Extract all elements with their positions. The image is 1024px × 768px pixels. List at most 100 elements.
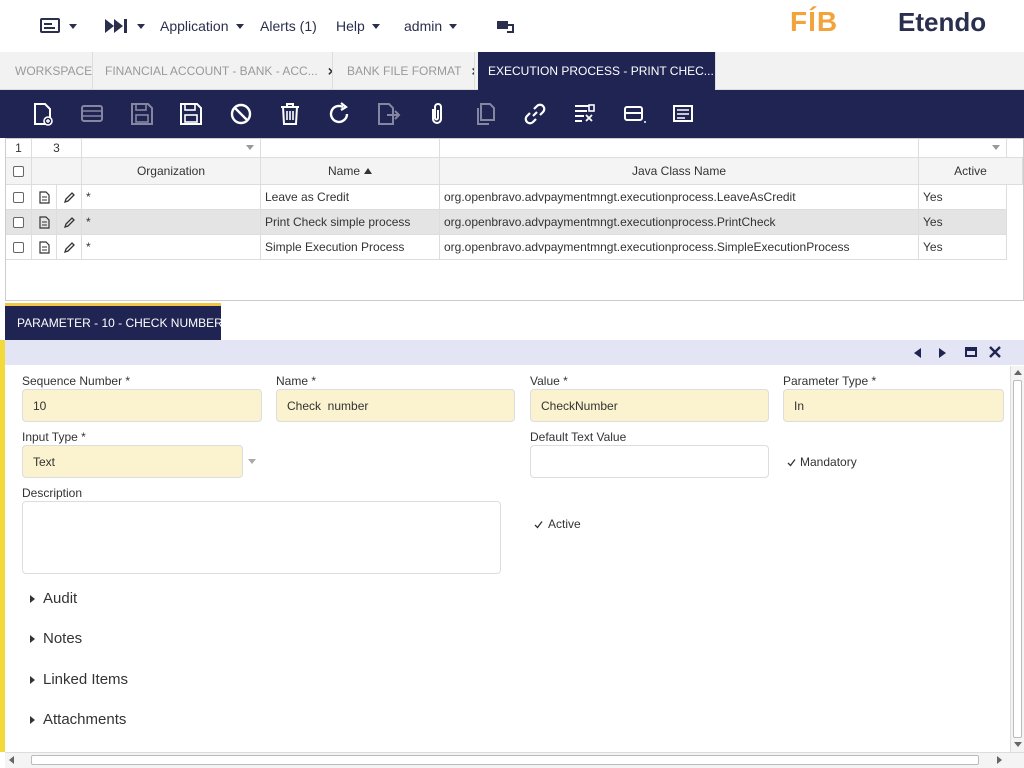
new-window-icon (40, 18, 60, 33)
organization-value: * (86, 240, 91, 254)
tab-execution-process[interactable]: EXECUTION PROCESS - PRINT CHEC...× (478, 52, 716, 90)
tab-financial-account-label: FINANCIAL ACCOUNT - BANK - ACC... (105, 64, 318, 78)
java-class-filter[interactable] (440, 139, 919, 157)
java-class-cell: org.openbravo.advpaymentmngt.executionpr… (440, 185, 919, 209)
help-menu[interactable]: Help (336, 0, 380, 52)
table-row[interactable]: * Print Check simple process org.openbra… (6, 210, 1007, 235)
tab-workspace[interactable]: WORKSPACE (5, 52, 93, 90)
section-notes[interactable]: Notes (30, 630, 82, 647)
column-header-organization[interactable]: Organization (82, 158, 261, 184)
sequence-number-field[interactable]: 10 (22, 389, 262, 422)
name-field[interactable]: Check number (276, 389, 515, 422)
chevron-down-icon[interactable] (248, 459, 256, 464)
chevron-down-icon[interactable] (246, 145, 254, 150)
export-button[interactable] (375, 101, 401, 127)
application-menu[interactable]: Application (160, 0, 244, 52)
tab-execution-process-label: EXECUTION PROCESS - PRINT CHEC... (488, 64, 714, 78)
section-audit[interactable]: Audit (30, 590, 77, 607)
active-filter[interactable] (919, 139, 1007, 157)
vertical-scrollbar[interactable] (1010, 366, 1024, 752)
default-text-value-input[interactable] (530, 445, 769, 478)
section-linked-items[interactable]: Linked Items (30, 671, 128, 688)
mandatory-label: Mandatory (800, 455, 857, 469)
close-icon[interactable]: × (328, 63, 332, 79)
column-header-java-class[interactable]: Java Class Name (440, 158, 919, 184)
scrollbar-thumb[interactable] (1013, 380, 1022, 738)
scroll-right-icon[interactable] (997, 756, 1002, 764)
tab-financial-account[interactable]: FINANCIAL ACCOUNT - BANK - ACC... × (95, 52, 333, 90)
chevron-down-icon[interactable] (992, 145, 1000, 150)
delete-button[interactable] (277, 101, 303, 127)
active-checkbox[interactable]: Active (534, 517, 581, 531)
default-text-value-label: Default Text Value (530, 430, 627, 444)
form-view-button[interactable] (622, 101, 648, 127)
select-all-checkbox[interactable] (13, 165, 24, 177)
value-label: Value * (530, 374, 568, 388)
organization-value: * (86, 190, 91, 204)
name-filter[interactable] (261, 139, 440, 157)
next-record-icon[interactable] (939, 348, 946, 358)
open-form-button[interactable] (32, 235, 57, 259)
workspace-button[interactable] (496, 0, 514, 52)
clone-button[interactable] (473, 101, 499, 127)
input-type-label: Input Type * (22, 430, 86, 444)
new-row-button[interactable] (80, 101, 106, 127)
alerts-link[interactable]: Alerts (1) (260, 0, 317, 52)
scrollbar-thumb[interactable] (31, 755, 979, 765)
parameter-type-field[interactable]: In (783, 389, 1004, 422)
row-checkbox[interactable] (13, 241, 24, 253)
scroll-down-icon[interactable] (1014, 742, 1022, 747)
form-view-icon (624, 106, 646, 123)
close-icon[interactable]: × (471, 63, 474, 79)
maximize-icon[interactable] (965, 347, 977, 357)
table-row[interactable]: * Leave as Credit org.openbravo.advpayme… (6, 185, 1007, 210)
scroll-up-icon[interactable] (1014, 370, 1022, 375)
active-value: Yes (923, 215, 943, 229)
row-checkbox-cell (6, 235, 32, 259)
row-checkbox[interactable] (13, 216, 24, 228)
input-type-select[interactable]: Text (22, 445, 243, 478)
new-document-button[interactable] (30, 101, 56, 127)
active-cell: Yes (919, 235, 1007, 259)
tab-bank-file-format[interactable]: BANK FILE FORMAT × (337, 52, 475, 90)
scroll-left-icon[interactable] (9, 756, 14, 764)
link-button[interactable] (522, 101, 548, 127)
close-icon[interactable] (989, 346, 1001, 358)
undo-button[interactable] (228, 101, 254, 127)
column-header-name[interactable]: Name (261, 158, 440, 184)
previous-record-icon[interactable] (914, 348, 921, 358)
attachment-button[interactable] (424, 101, 450, 127)
expand-icon (30, 675, 35, 684)
save-button[interactable] (129, 101, 155, 127)
new-item-menu[interactable] (40, 0, 77, 52)
edit-row-button[interactable] (57, 235, 82, 259)
user-menu[interactable]: admin (404, 0, 458, 52)
open-form-button[interactable] (32, 185, 57, 209)
horizontal-scrollbar[interactable] (5, 752, 1024, 768)
organization-cell: * (82, 235, 261, 259)
sort-ascending-icon (364, 168, 372, 174)
quick-launch-menu[interactable] (104, 0, 145, 52)
name-value: Check number (287, 398, 369, 413)
table-row[interactable]: * Simple Execution Process org.openbravo… (6, 235, 1007, 260)
refresh-button[interactable] (326, 101, 352, 127)
open-form-button[interactable] (32, 210, 57, 234)
document-icon (38, 240, 50, 254)
organization-filter[interactable] (82, 139, 261, 157)
mandatory-checkbox[interactable]: Mandatory (787, 455, 857, 469)
column-header-active[interactable]: Active (919, 158, 1023, 184)
tab-parameter[interactable]: PARAMETER - 10 - CHECK NUMBER... (5, 303, 233, 340)
tab-bank-file-format-label: BANK FILE FORMAT (347, 64, 462, 78)
description-textarea[interactable] (22, 501, 501, 574)
row-checkbox[interactable] (13, 191, 24, 203)
section-attachments[interactable]: Attachments (30, 711, 126, 728)
active-value: Yes (923, 240, 943, 254)
value-field[interactable]: CheckNumber (530, 389, 769, 422)
edit-row-button[interactable] (57, 185, 82, 209)
pencil-icon (63, 241, 75, 253)
filter-button[interactable] (572, 101, 598, 127)
notes-button[interactable] (671, 101, 697, 127)
edit-row-button[interactable] (57, 210, 82, 234)
save-close-button[interactable] (178, 101, 204, 127)
name-cell: Print Check simple process (261, 210, 440, 234)
